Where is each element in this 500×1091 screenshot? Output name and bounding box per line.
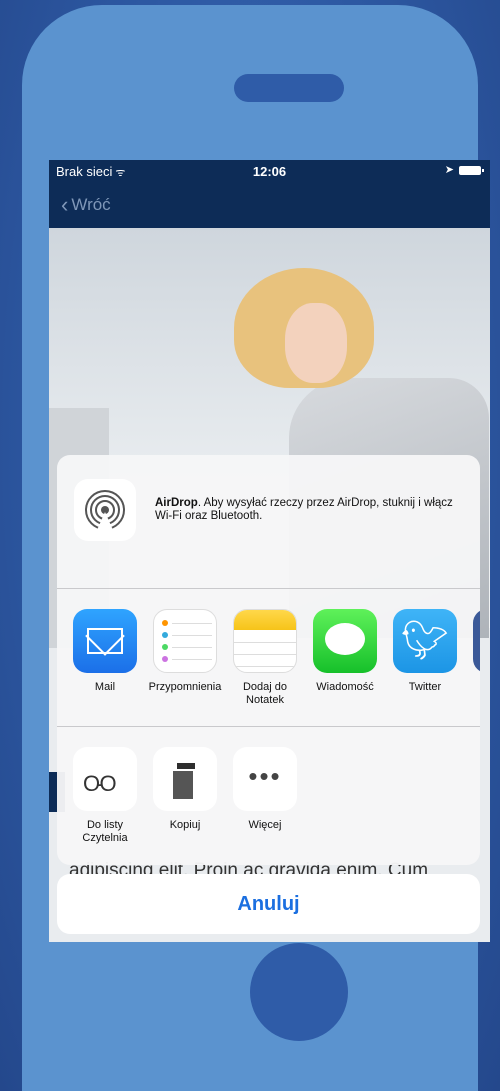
airdrop-description: AirDrop. Aby wysyłać rzeczy przez AirDro… <box>155 497 465 523</box>
copy-icon <box>153 747 217 811</box>
share-actions-row: O-O Do listy Czytelnia Kopiuj ••• Więcej <box>57 727 480 865</box>
navigation-bar: ‹ Wróć <box>49 182 490 228</box>
envelope-shape <box>87 628 123 654</box>
ellipsis-glyph: ••• <box>248 761 282 791</box>
share-mail-label: Mail <box>94 681 116 693</box>
action-copy[interactable]: Kopiuj <box>145 747 225 832</box>
share-apps-row: Mail Przypomnienia Dodaj do Notatek Wiad… <box>57 589 480 727</box>
airdrop-section[interactable]: AirDrop. Aby wysyłać rzeczy przez AirDro… <box>57 455 480 589</box>
notes-line <box>234 654 296 655</box>
battery-icon <box>459 166 484 175</box>
back-button-label: Wróć <box>71 195 111 214</box>
share-reminders[interactable]: Przypomnienia <box>145 609 225 694</box>
share-reminders-label: Przypomnienia <box>148 681 222 693</box>
reminder-dot <box>162 656 168 662</box>
reminders-icon <box>153 609 217 673</box>
phone-speaker <box>234 74 344 102</box>
more-icon: ••• <box>233 747 297 811</box>
messages-icon <box>313 609 377 673</box>
speech-bubble <box>325 623 365 655</box>
photo-face <box>285 303 347 383</box>
airdrop-icon <box>74 479 136 541</box>
share-mail[interactable]: Mail <box>65 609 145 694</box>
reminder-line <box>172 647 212 648</box>
facebook-icon <box>473 609 480 673</box>
notes-icon <box>233 609 297 673</box>
reminder-dot <box>162 644 168 650</box>
action-more-label: Więcej <box>248 819 282 831</box>
clock: 12:06 <box>252 164 287 179</box>
twitter-icon: 🐦︎ <box>393 609 457 673</box>
copy-page-front <box>171 769 195 801</box>
airdrop-title: AirDrop <box>155 497 198 509</box>
share-twitter-label: Twitter <box>408 681 442 693</box>
chevron-left-icon: ‹ <box>61 192 69 217</box>
glasses-icon: O-O <box>73 747 137 811</box>
share-messages-label: Wiadomość <box>316 681 374 693</box>
reminder-dot <box>162 620 168 626</box>
location-arrow-icon: ➤ <box>444 164 454 176</box>
action-copy-label: Kopiuj <box>169 819 201 831</box>
glasses-glyph: O-O <box>83 771 117 796</box>
reminder-line <box>172 623 212 624</box>
home-button[interactable] <box>250 943 348 1041</box>
notes-line <box>234 666 296 667</box>
share-notes[interactable]: Dodaj do Notatek <box>225 609 305 707</box>
reminder-line <box>172 635 212 636</box>
cancel-button[interactable]: Anuluj <box>57 874 480 934</box>
action-more[interactable]: ••• Więcej <box>225 747 305 832</box>
back-button[interactable]: ‹ Wróć <box>61 192 111 218</box>
mail-icon <box>73 609 137 673</box>
share-messages[interactable]: Wiadomość <box>305 609 385 694</box>
share-sheet: AirDrop. Aby wysyłać rzeczy przez AirDro… <box>57 455 480 865</box>
twitter-bird: 🐦︎ <box>400 620 450 662</box>
reminder-dot <box>162 632 168 638</box>
share-twitter[interactable]: 🐦︎ Twitter <box>385 609 465 694</box>
reminder-line <box>172 659 212 660</box>
status-bar: Brak sieci ᯤ 12:06 ➤ <box>49 160 490 182</box>
share-facebook-label: F <box>465 681 480 694</box>
share-notes-label: Dodaj do Notatek <box>242 681 288 706</box>
notes-line <box>234 642 296 643</box>
share-facebook[interactable]: F <box>465 609 480 694</box>
notes-header <box>234 610 296 630</box>
phone-screen: Brak sieci ᯤ 12:06 ➤ ‹ Wróć adipiscing eli… <box>49 160 490 942</box>
action-reading-list-label: Do listy Czytelnia <box>82 819 128 844</box>
airdrop-message: . Aby wysyłać rzeczy przez AirDrop, stuk… <box>155 497 453 522</box>
action-reading-list[interactable]: O-O Do listy Czytelnia <box>65 747 145 845</box>
